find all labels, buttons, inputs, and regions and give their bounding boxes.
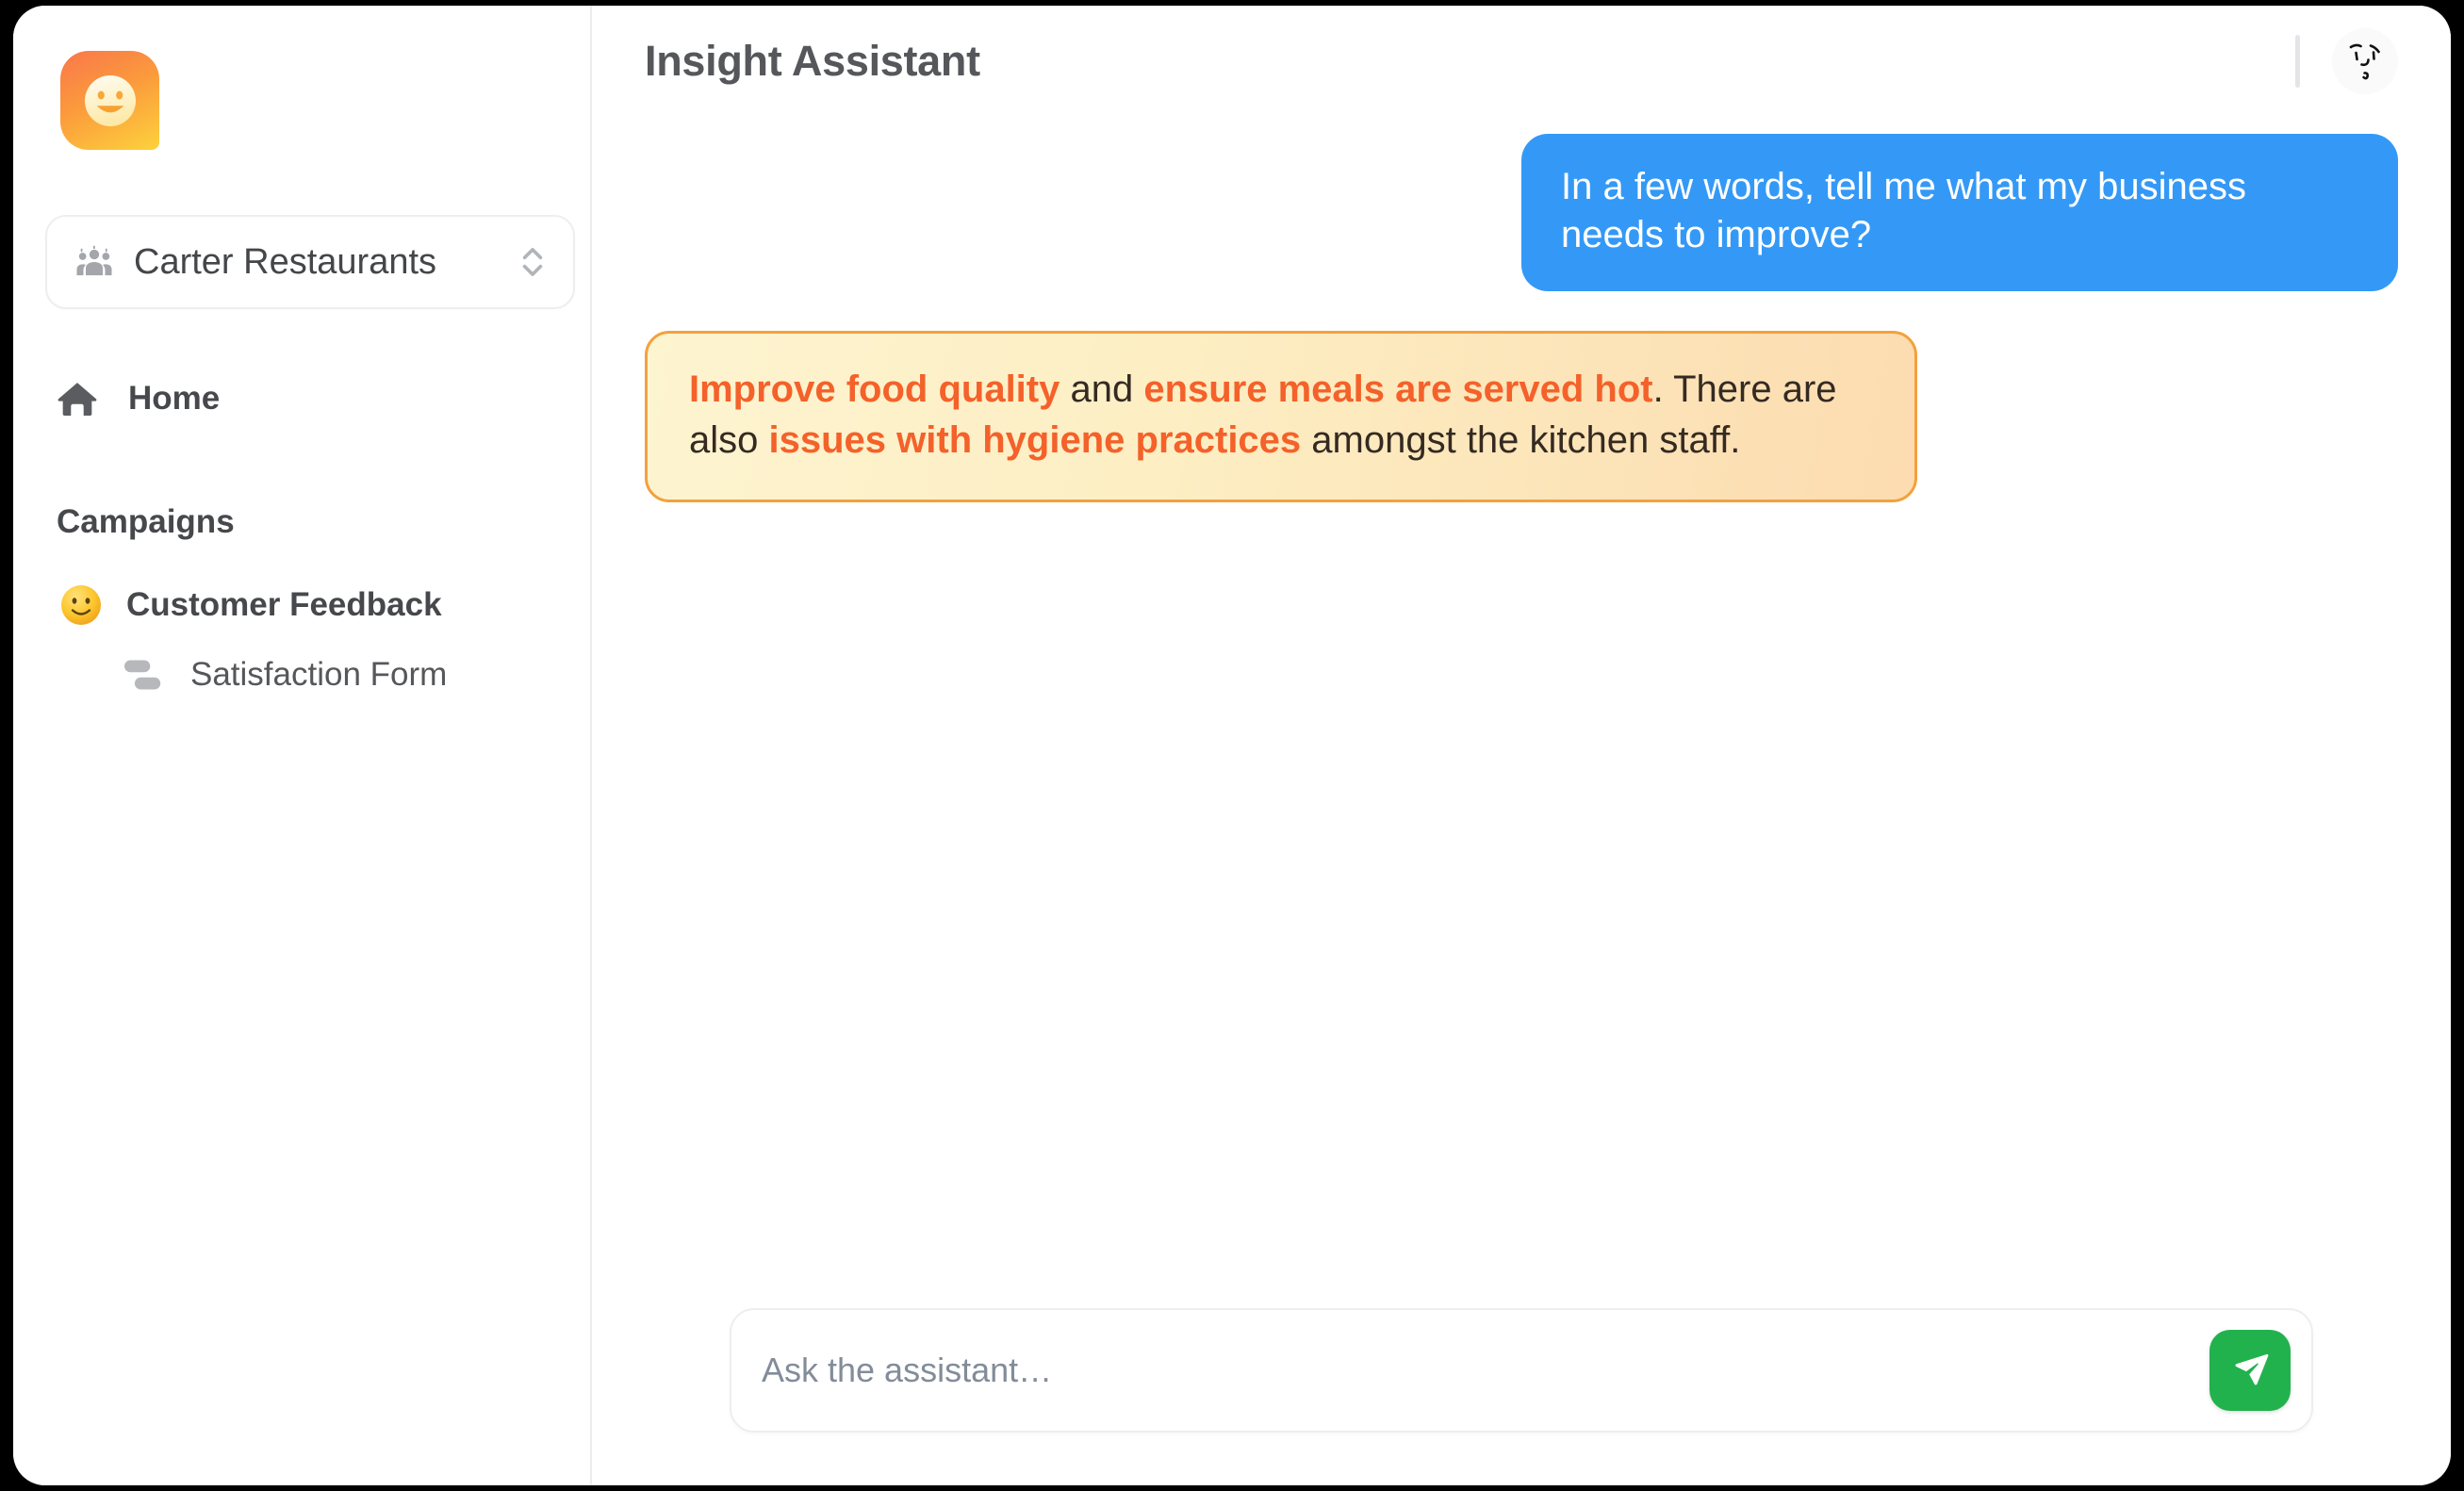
sidebar-item-label: Home [128, 380, 221, 417]
send-paper-plane-icon [2228, 1349, 2272, 1392]
sidebar-item-customer-feedback[interactable]: Customer Feedback [58, 582, 442, 628]
doodle-face-avatar-icon [2332, 28, 2398, 94]
user-message-bubble: In a few words, tell me what my business… [1521, 134, 2398, 292]
highlighted-phrase: issues with hygiene practices [768, 418, 1302, 461]
message-row-assistant: Improve food quality and ensure meals ar… [645, 331, 2398, 502]
form-icon [117, 656, 170, 694]
app-window: Carter Restaurants Home Campaigns Custom… [13, 6, 2451, 1485]
toolbar-divider [2295, 35, 2300, 88]
sidebar-section-campaigns: Campaigns [57, 503, 235, 540]
top-bar: Insight Assistant [592, 6, 2451, 117]
sidebar-item-satisfaction-form[interactable]: Satisfaction Form [117, 656, 447, 694]
send-button[interactable] [2209, 1330, 2291, 1411]
page-title: Insight Assistant [645, 37, 980, 85]
home-icon [51, 377, 104, 420]
assistant-message-bubble: Improve food quality and ensure meals ar… [645, 331, 1917, 502]
sidebar-item-home[interactable]: Home [51, 367, 220, 431]
people-group-icon [74, 241, 115, 283]
main-content: Insight Assistant In a few words, tell m… [592, 6, 2451, 1485]
composer-area [592, 1308, 2451, 1485]
sidebar: Carter Restaurants Home Campaigns Custom… [13, 6, 592, 1485]
composer [730, 1308, 2313, 1433]
slightly-smiling-face-emoji [58, 582, 106, 628]
avatar[interactable] [2332, 28, 2398, 94]
message-text: amongst the kitchen staff. [1301, 418, 1741, 461]
up-down-chevrons-icon[interactable] [517, 240, 549, 284]
highlighted-phrase: ensure meals are served hot [1143, 369, 1653, 411]
workspace-selector[interactable]: Carter Restaurants [45, 215, 575, 309]
smiley-logo-icon [76, 67, 144, 135]
workspace-name: Carter Restaurants [134, 241, 437, 282]
sidebar-item-label: Customer Feedback [126, 586, 442, 623]
highlighted-phrase: Improve food quality [689, 369, 1060, 411]
app-logo[interactable] [60, 51, 159, 150]
message-text: and [1060, 369, 1144, 411]
message-row-user: In a few words, tell me what my business… [645, 134, 2398, 292]
sidebar-item-label: Satisfaction Form [190, 656, 448, 693]
top-bar-actions [2295, 28, 2398, 94]
chat-input[interactable] [760, 1310, 2209, 1431]
chat-messages: In a few words, tell me what my business… [592, 117, 2451, 1308]
